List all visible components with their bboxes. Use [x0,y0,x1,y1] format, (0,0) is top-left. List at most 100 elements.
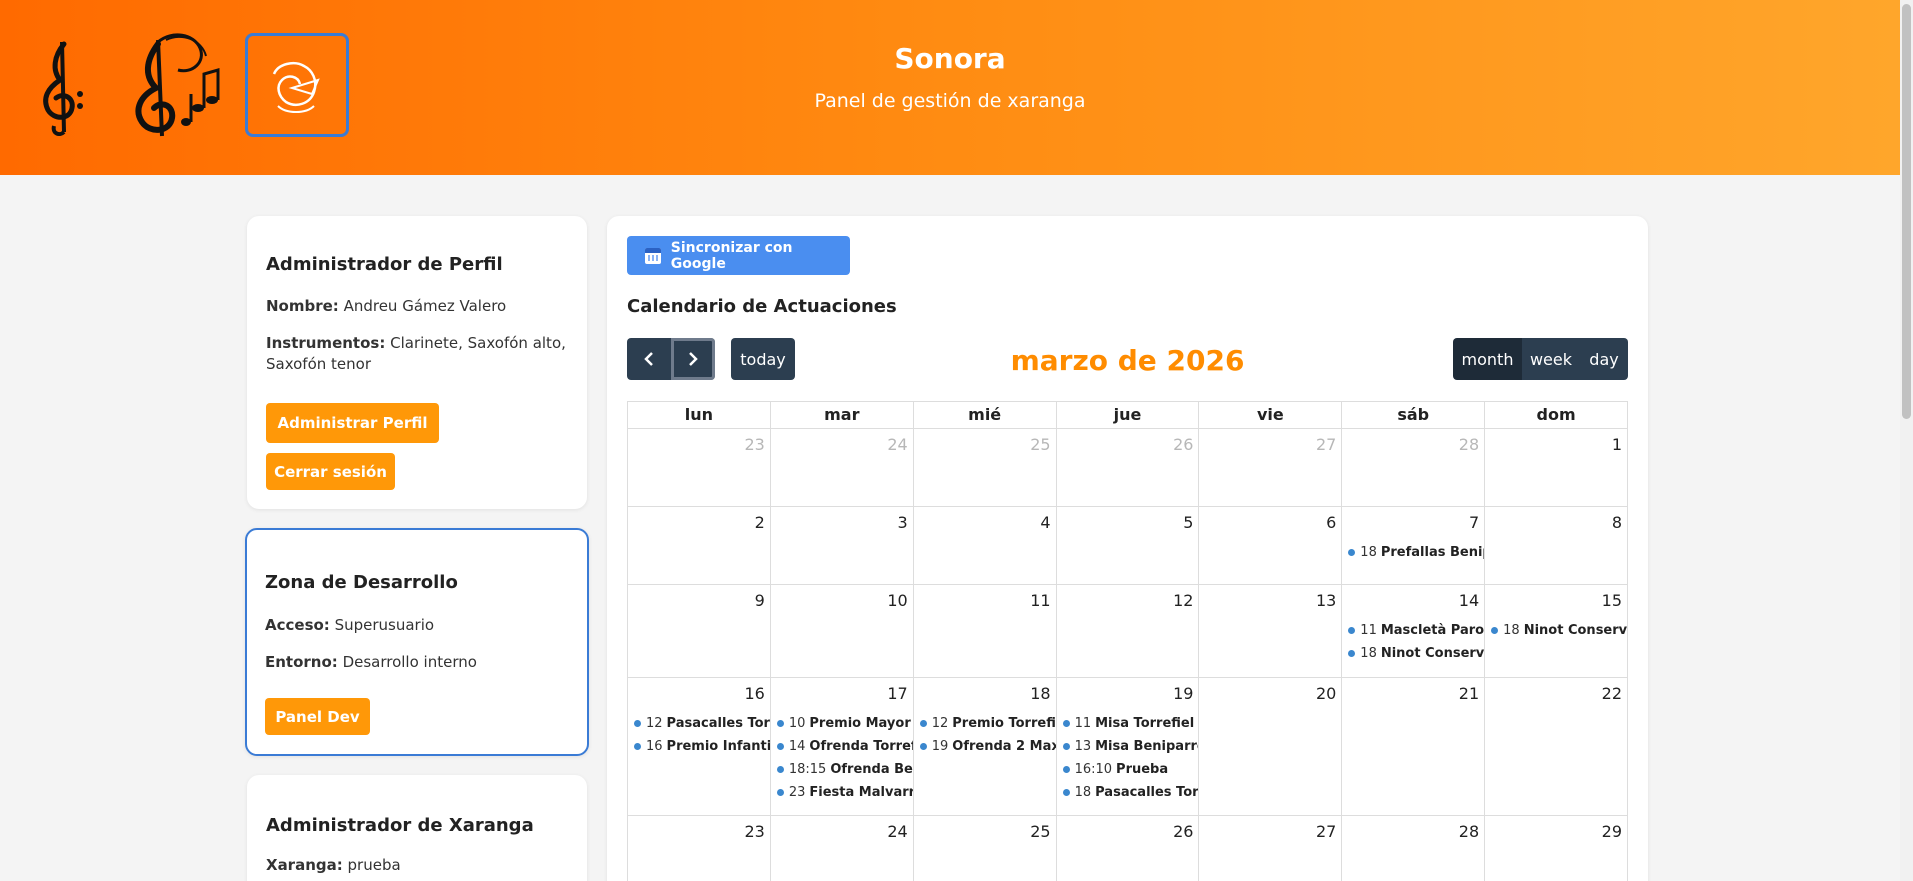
calendar-day-cell[interactable]: 3 [771,507,914,584]
calendar-event[interactable]: 12Premio Torrefiel [919,712,1056,735]
day-number[interactable]: 27 [1316,435,1336,454]
dev-panel-button[interactable]: Panel Dev [265,698,370,735]
day-number[interactable]: 12 [1173,591,1193,610]
day-number[interactable]: 1 [1612,435,1622,454]
calendar-day-cell[interactable]: 16 12Pasacalles Torref16Premio Infantil [628,678,771,815]
calendar-event[interactable]: 18Prefallas Benipa [1348,541,1484,564]
calendar-day-cell[interactable]: 21 [1342,678,1486,815]
calendar-event[interactable]: 11 Misa Torrefiel [1062,712,1199,735]
day-number[interactable]: 28 [1459,822,1479,841]
day-number[interactable]: 11 [1030,591,1050,610]
calendar-event[interactable]: 12Pasacalles Torref [634,712,770,735]
calendar-day-cell[interactable]: 19 11Misa Torrefiel13Misa Beniparrell16:1… [1057,678,1200,815]
profile-card: Administrador de Perfil Nombre: Andreu G… [247,216,587,509]
day-number[interactable]: 17 [887,684,907,703]
day-number[interactable]: 20 [1316,684,1336,703]
day-number[interactable]: 6 [1326,513,1336,532]
day-number[interactable]: 21 [1459,684,1479,703]
calendar-day-cell[interactable]: 12 [1057,585,1200,677]
calendar-week-row: 23 24 25 26 27 28 29 [628,816,1627,881]
calendar-event[interactable]: 18 Ninot Conserva [1491,619,1627,642]
calendar-event[interactable]: 23Fiesta Malvarros [776,781,913,804]
day-number[interactable]: 2 [755,513,765,532]
calendar-day-cell[interactable]: 4 [914,507,1057,584]
calendar-day-cell[interactable]: 25 [914,429,1057,506]
calendar-day-cell[interactable]: 20 [1199,678,1343,815]
view-week-button[interactable]: week [1522,338,1580,380]
day-number[interactable]: 22 [1602,684,1622,703]
day-number[interactable]: 25 [1030,822,1050,841]
calendar-day-cell[interactable]: 6 [1199,507,1343,584]
day-number[interactable]: 15 [1602,591,1622,610]
calendar-day-cell[interactable]: 9 [628,585,771,677]
scrollbar-thumb[interactable] [1902,4,1911,419]
calendar-day-cell[interactable]: 17 10Premio Mayor14Ofrenda Torrefie18:15O… [771,678,914,815]
day-number[interactable]: 4 [1040,513,1050,532]
calendar-day-cell[interactable]: 26 [1057,429,1200,506]
day-number[interactable]: 5 [1183,513,1193,532]
calendar-day-cell[interactable]: 23 [628,816,771,881]
day-number[interactable]: 10 [887,591,907,610]
calendar-event[interactable]: 11Mascletà Parote [1348,619,1484,642]
calendar-day-cell[interactable]: 18 12Premio Torrefiel19Ofrenda 2 Maxir [914,678,1057,815]
calendar-day-cell[interactable]: 24 [771,816,914,881]
calendar-event[interactable]: 18 Ninot Conserva [1348,642,1484,665]
xaranga-admin-card: Administrador de Xaranga Xaranga: prueba [247,775,587,881]
calendar-day-cell[interactable]: 2 [628,507,771,584]
day-number[interactable]: 19 [1173,684,1193,703]
day-number[interactable]: 24 [887,435,907,454]
day-number[interactable]: 26 [1173,435,1193,454]
calendar-event[interactable]: 16:10 Prueba [1062,758,1199,781]
event-time: 14 [788,739,806,754]
day-number[interactable]: 27 [1316,822,1336,841]
calendar-day-cell[interactable]: 22 [1485,678,1627,815]
calendar-day-cell[interactable]: 13 [1199,585,1343,677]
view-month-button[interactable]: month [1453,338,1522,380]
day-number[interactable]: 9 [755,591,765,610]
google-sync-button[interactable]: Sincronizar con Google [627,236,850,275]
day-number[interactable]: 28 [1459,435,1479,454]
calendar-day-cell[interactable]: 10 [771,585,914,677]
calendar-event[interactable]: 18:15Ofrenda Benit [776,758,913,781]
admin-profile-button[interactable]: Administrar Perfil [266,403,439,443]
logout-button[interactable]: Cerrar sesión [266,453,395,490]
view-day-button[interactable]: day [1580,338,1628,380]
calendar-day-cell[interactable]: 28 [1342,816,1486,881]
calendar-day-cell[interactable]: 27 [1199,816,1343,881]
calendar-day-cell[interactable]: 8 [1485,507,1627,584]
calendar-day-cell[interactable]: 5 [1057,507,1200,584]
day-number[interactable]: 3 [898,513,908,532]
day-number[interactable]: 24 [887,822,907,841]
day-number[interactable]: 18 [1030,684,1050,703]
calendar-day-cell[interactable]: 24 [771,429,914,506]
day-number[interactable]: 8 [1612,513,1622,532]
calendar-day-cell[interactable]: 28 [1342,429,1486,506]
page-scrollbar[interactable] [1900,0,1913,881]
instruments-label: Instrumentos: [266,334,386,352]
calendar-event[interactable]: 13Misa Beniparrell [1062,735,1198,758]
calendar-day-cell[interactable]: 1 [1485,429,1627,506]
calendar-day-cell[interactable]: 7 18Prefallas Benipa [1342,507,1486,584]
calendar-day-cell[interactable]: 27 [1199,429,1343,506]
calendar-day-cell[interactable]: 26 [1057,816,1200,881]
calendar-event[interactable]: 16 Premio Infantil [634,735,770,758]
day-number[interactable]: 14 [1459,591,1479,610]
calendar-event[interactable]: 10 Premio Mayor [776,712,913,735]
day-number[interactable]: 29 [1602,822,1622,841]
calendar-event[interactable]: 19Ofrenda 2 Maxir [919,735,1056,758]
calendar-day-cell[interactable]: 25 [914,816,1057,881]
day-number[interactable]: 23 [745,822,765,841]
day-number[interactable]: 23 [745,435,765,454]
day-number[interactable]: 7 [1469,513,1479,532]
calendar-day-cell[interactable]: 15 18 Ninot Conserva [1485,585,1627,677]
day-number[interactable]: 26 [1173,822,1193,841]
day-number[interactable]: 16 [745,684,765,703]
calendar-day-cell[interactable]: 29 [1485,816,1627,881]
calendar-event[interactable]: 14Ofrenda Torrefie [776,735,913,758]
calendar-day-cell[interactable]: 14 11Mascletà Parote18Ninot Conserva [1342,585,1486,677]
day-number[interactable]: 13 [1316,591,1336,610]
calendar-event[interactable]: 18Pasacalles Torref [1062,781,1198,804]
calendar-day-cell[interactable]: 23 [628,429,771,506]
calendar-day-cell[interactable]: 11 [914,585,1057,677]
day-number[interactable]: 25 [1030,435,1050,454]
